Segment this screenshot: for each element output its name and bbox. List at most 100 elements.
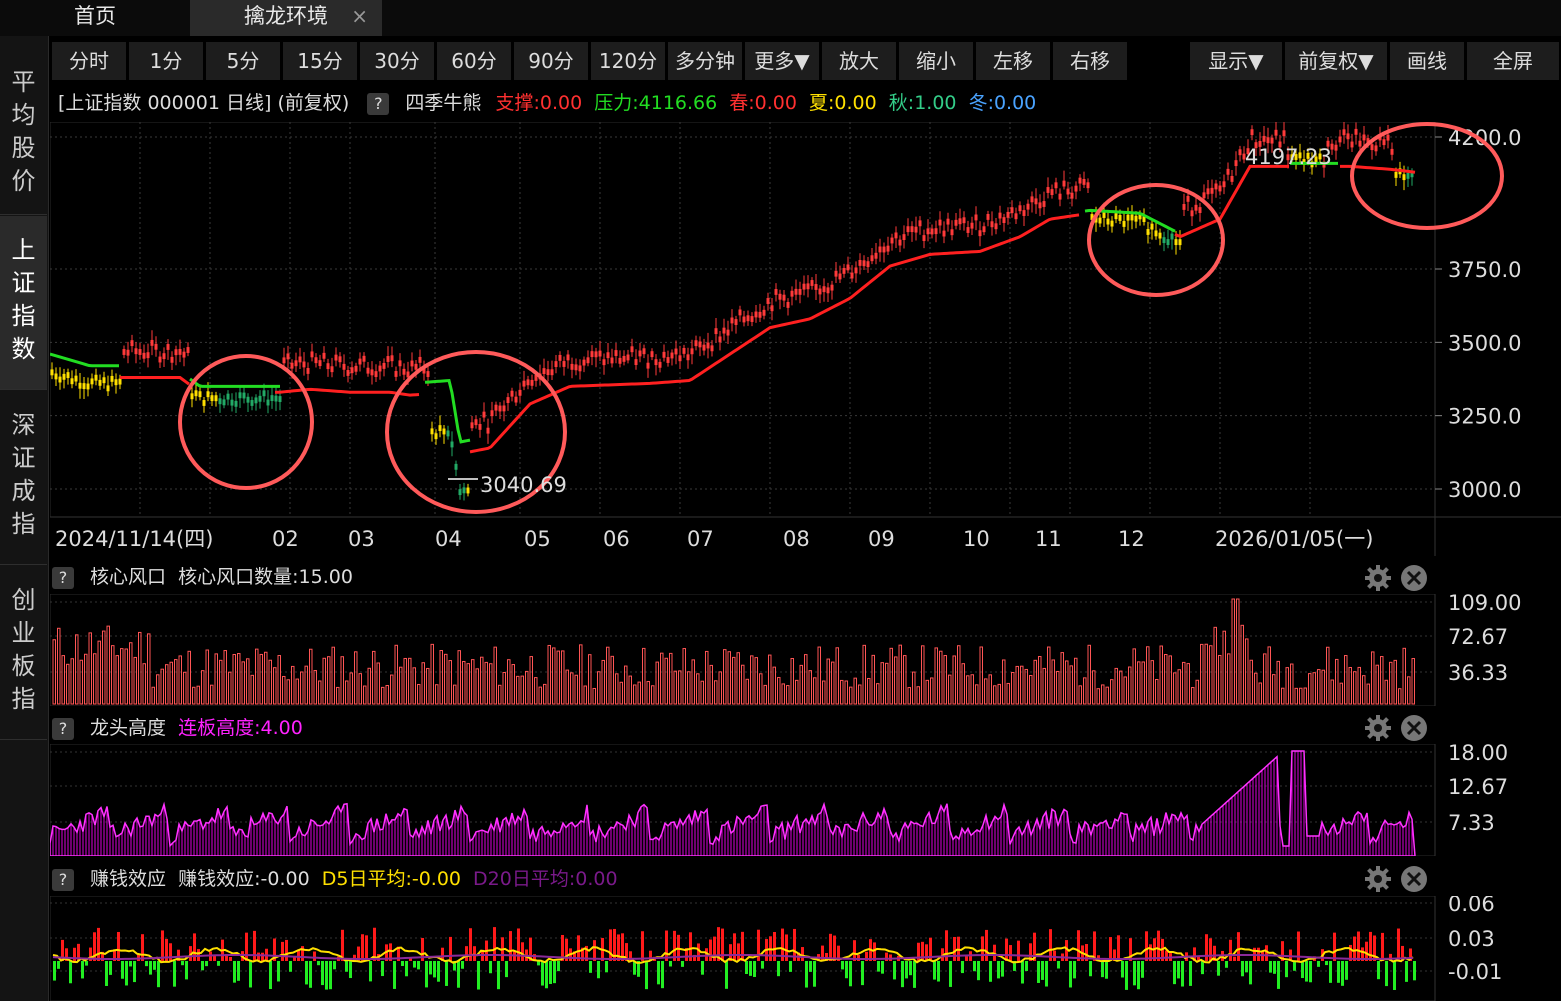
btn-1min[interactable]: 1分 [129,42,203,80]
nav-shenzhen-index[interactable]: 深证成指 [0,391,47,565]
help-icon[interactable]: ? [52,868,74,891]
help-icon[interactable]: ? [52,717,74,740]
profit-effect-bar [1405,961,1408,982]
gear-icon[interactable] [1364,714,1392,742]
btn-zoom-in[interactable]: 放大 [822,42,896,80]
profit-effect-bar [381,961,384,977]
profit-effect-bar [541,961,544,986]
btn-more[interactable]: 更多▼ [745,42,819,80]
high-price-label: 4197.23 [1245,145,1332,169]
candle-body [1270,137,1274,144]
candle-body [998,212,1002,219]
profit-effect-bar [761,961,764,969]
price-chart[interactable]: 4200.03750.03500.03250.03000.0 4197.23 3… [50,122,1561,556]
candle-body [1166,239,1170,245]
btn-display[interactable]: 显示▼ [1190,42,1282,80]
candle-body [1386,134,1390,141]
candle-body [834,270,838,277]
candle-body [186,347,190,353]
profit-effect-bar [105,961,108,986]
help-icon[interactable]: ? [367,92,390,115]
profit-effect-bar [161,930,164,961]
candle-body [986,214,990,220]
profit-effect-bar [833,935,836,961]
candle-body [1262,135,1266,142]
btn-15min[interactable]: 15分 [283,42,357,80]
profit-effect-tick-label: 0.06 [1448,896,1495,916]
btn-move-left[interactable]: 左移 [976,42,1050,80]
profit-effect-bar [1181,961,1184,987]
candle-body [1374,145,1378,152]
core-wind-tick-label: 109.00 [1448,594,1521,615]
btn-5min[interactable]: 5分 [206,42,280,80]
profit-effect-bar [1277,961,1280,989]
close-icon[interactable] [1400,564,1428,592]
date-tick-label: 08 [783,527,810,551]
candle-body [126,349,130,356]
profit-effect-bar [589,961,592,973]
profit-effect-bar [893,961,896,980]
nav-avg-price[interactable]: 平均股价 [0,56,47,215]
btn-multi-min[interactable]: 多分钟 [668,42,742,80]
profit-effect-bar [1125,961,1128,990]
profit-effect-bar [157,961,160,988]
price-axis: 4200.03750.03500.03250.03000.0 [1435,126,1521,502]
profit-effect-bar [185,961,188,980]
nav-shanghai-index[interactable]: 上证指数 [0,216,47,390]
profit-effect-bar [457,961,460,988]
candle-body [566,354,570,361]
btn-30min[interactable]: 30分 [360,42,434,80]
candle-body [1174,239,1178,246]
tab-home[interactable]: 首页 [0,0,190,36]
btn-move-right[interactable]: 右移 [1053,42,1127,80]
profit-effect-bar [709,939,712,961]
btn-draw-line[interactable]: 画线 [1390,42,1464,80]
profit-effect-bar [57,961,60,969]
btn-forward-adjust[interactable]: 前复权▼ [1285,42,1387,80]
profit-effect-bar [1105,961,1108,979]
candle-body [658,361,662,368]
help-icon[interactable]: ? [52,566,74,589]
candle-body [162,353,166,360]
candle-body [198,391,202,398]
profit-effect-bar [829,933,832,961]
btn-120min[interactable]: 120分 [591,42,665,80]
candle-body [774,289,778,295]
btn-timeshare[interactable]: 分时 [52,42,126,80]
close-icon[interactable] [1400,714,1428,742]
candle-body [978,230,982,237]
winter-value: 冬:0.00 [968,92,1037,114]
period-toolbar: 分时 1分 5分 15分 30分 60分 90分 120分 多分钟 更多▼ 放大… [50,42,1561,80]
btn-fullscreen[interactable]: 全屏 [1467,42,1559,80]
candle-body [134,348,138,355]
nav-chinext-index[interactable]: 创业板指 [0,566,47,740]
candle-body [350,367,354,374]
candle-body [582,359,586,366]
candle-body [426,371,430,377]
btn-zoom-out[interactable]: 缩小 [899,42,973,80]
candle-body [154,343,158,350]
profit-effect-bar [141,934,144,961]
btn-90min[interactable]: 90分 [514,42,588,80]
gear-icon[interactable] [1364,865,1392,893]
candle-body [366,367,370,374]
btn-60min[interactable]: 60分 [437,42,511,80]
close-icon[interactable]: × [351,0,368,32]
candle-body [1390,148,1394,155]
profit-effect-bar [1241,961,1244,977]
gear-icon[interactable] [1364,564,1392,592]
profit-effect-bar [261,952,264,961]
close-icon[interactable] [1400,865,1428,893]
candle-body [738,309,742,316]
profit-effect-bar [1041,961,1044,980]
summer-value: 夏:0.00 [809,92,877,114]
nav-label: 创业板指 [11,586,36,713]
candle-body [1062,180,1066,187]
profit-effect-bar [133,961,136,983]
candle-body [746,315,750,322]
candle-body [54,373,58,380]
tab-qinlong-env[interactable]: 擒龙环境 × [190,0,382,36]
candle-body [1370,144,1374,151]
profit-effect-bar [213,955,216,961]
profit-effect-bar [429,961,432,975]
